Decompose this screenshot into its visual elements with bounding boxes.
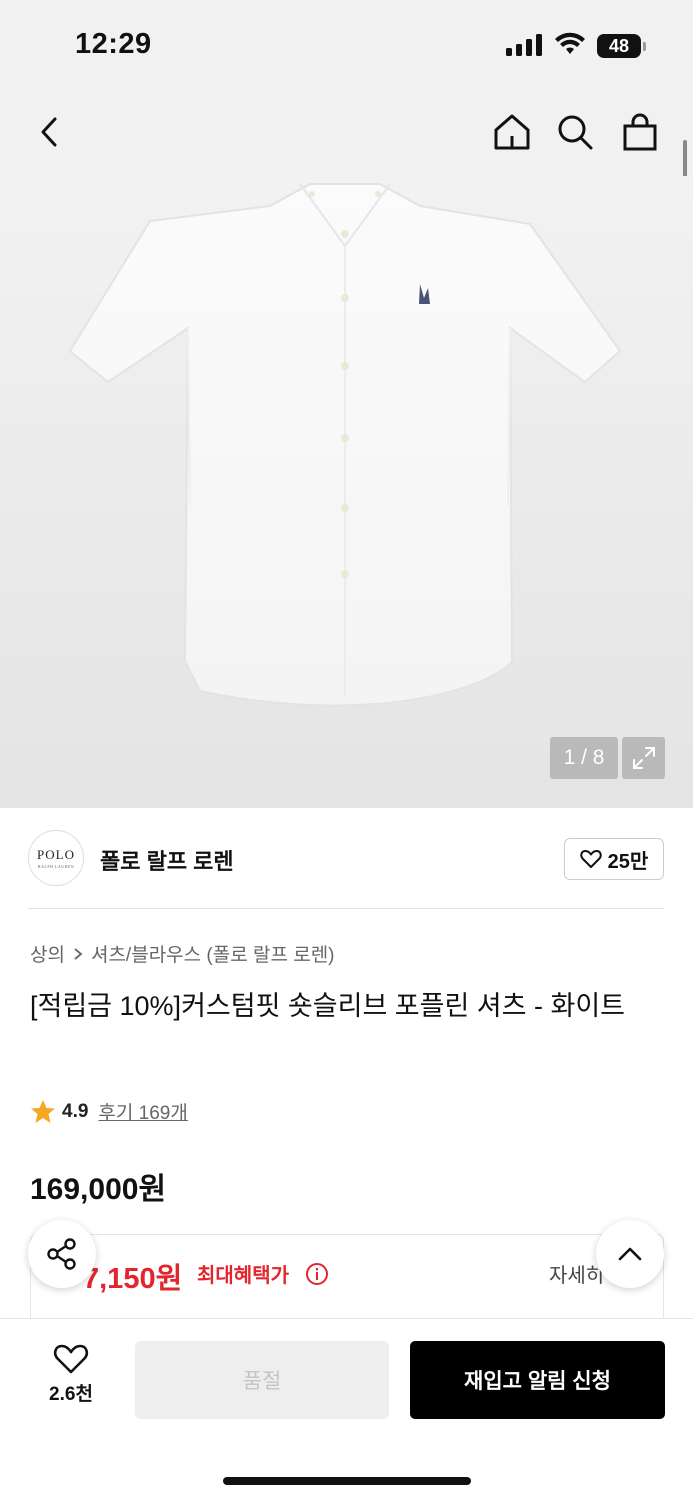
shopping-bag-icon: [623, 113, 657, 151]
review-link[interactable]: 후기 169개: [98, 1098, 187, 1125]
chevron-up-icon: [618, 1247, 642, 1261]
wishlist-button[interactable]: 2.6천: [36, 1343, 106, 1415]
max-benefit-box[interactable]: 7,150원 최대혜택가 자세히: [30, 1234, 664, 1324]
scroll-top-button[interactable]: [596, 1220, 664, 1288]
brand-name[interactable]: 폴로 랄프 로렌: [100, 844, 234, 876]
brand-logo-text: POLO: [37, 847, 75, 862]
info-icon[interactable]: [305, 1262, 329, 1286]
wifi-icon: [555, 32, 585, 54]
breadcrumb: 상의 셔츠/블라우스 (폴로 랄프 로렌): [30, 940, 335, 967]
expand-button[interactable]: [622, 737, 665, 779]
brand-row[interactable]: POLO RALPH LAUREN 폴로 랄프 로렌 25만: [0, 808, 693, 908]
rating-row: 4.9 후기 169개: [30, 1098, 188, 1125]
share-button[interactable]: [28, 1220, 96, 1288]
signal-icon: [506, 34, 544, 56]
home-indicator: [223, 1477, 471, 1485]
wishlist-count: 2.6천: [49, 1384, 93, 1405]
brand-logo[interactable]: POLO RALPH LAUREN: [28, 830, 84, 886]
rating-score: 4.9: [62, 1100, 89, 1122]
chevron-right-icon: [74, 947, 83, 960]
product-price: 169,000원: [30, 1173, 167, 1206]
search-icon: [558, 115, 593, 150]
nav-bar: [0, 92, 693, 176]
divider: [28, 908, 664, 909]
chevron-left-icon: [41, 117, 57, 147]
battery-indicator: 48: [597, 34, 641, 58]
image-counter: 1 / 8: [550, 737, 618, 779]
benefit-label: 최대혜택가: [197, 1265, 289, 1287]
battery-cap: [643, 42, 646, 51]
brand-like-count: 25만: [607, 850, 649, 873]
shirt-image: [68, 183, 622, 707]
product-image-gallery[interactable]: 1 / 8: [0, 176, 693, 808]
benefit-detail-link[interactable]: 자세히: [549, 1259, 604, 1288]
breadcrumb-subcategory[interactable]: 셔츠/블라우스 (폴로 랄프 로렌): [91, 940, 335, 967]
share-icon: [47, 1238, 76, 1270]
brand-logo-subtext: RALPH LAUREN: [37, 864, 75, 869]
benefit-price: 7,150원: [83, 1263, 183, 1295]
home-icon: [494, 114, 530, 150]
heart-icon: [579, 850, 602, 868]
bottom-action-bar: 2.6천 품절 재입고 알림 신청: [0, 1318, 693, 1500]
expand-icon: [632, 747, 655, 769]
cart-button[interactable]: [616, 108, 664, 156]
home-button[interactable]: [488, 108, 536, 156]
search-button[interactable]: [551, 108, 599, 156]
brand-like-button[interactable]: 25만: [564, 838, 664, 880]
status-bar: 12:29 48: [0, 0, 693, 92]
soldout-button[interactable]: 품절: [135, 1341, 389, 1419]
product-title: [적립금 10%]커스텀핏 숏슬리브 포플린 셔츠 - 화이트: [30, 991, 626, 1021]
breadcrumb-category[interactable]: 상의: [30, 940, 65, 967]
status-time: 12:29: [75, 28, 152, 60]
heart-icon: [53, 1344, 89, 1374]
back-button[interactable]: [26, 108, 74, 156]
restock-alert-button[interactable]: 재입고 알림 신청: [410, 1341, 665, 1419]
star-icon: [31, 1100, 55, 1123]
